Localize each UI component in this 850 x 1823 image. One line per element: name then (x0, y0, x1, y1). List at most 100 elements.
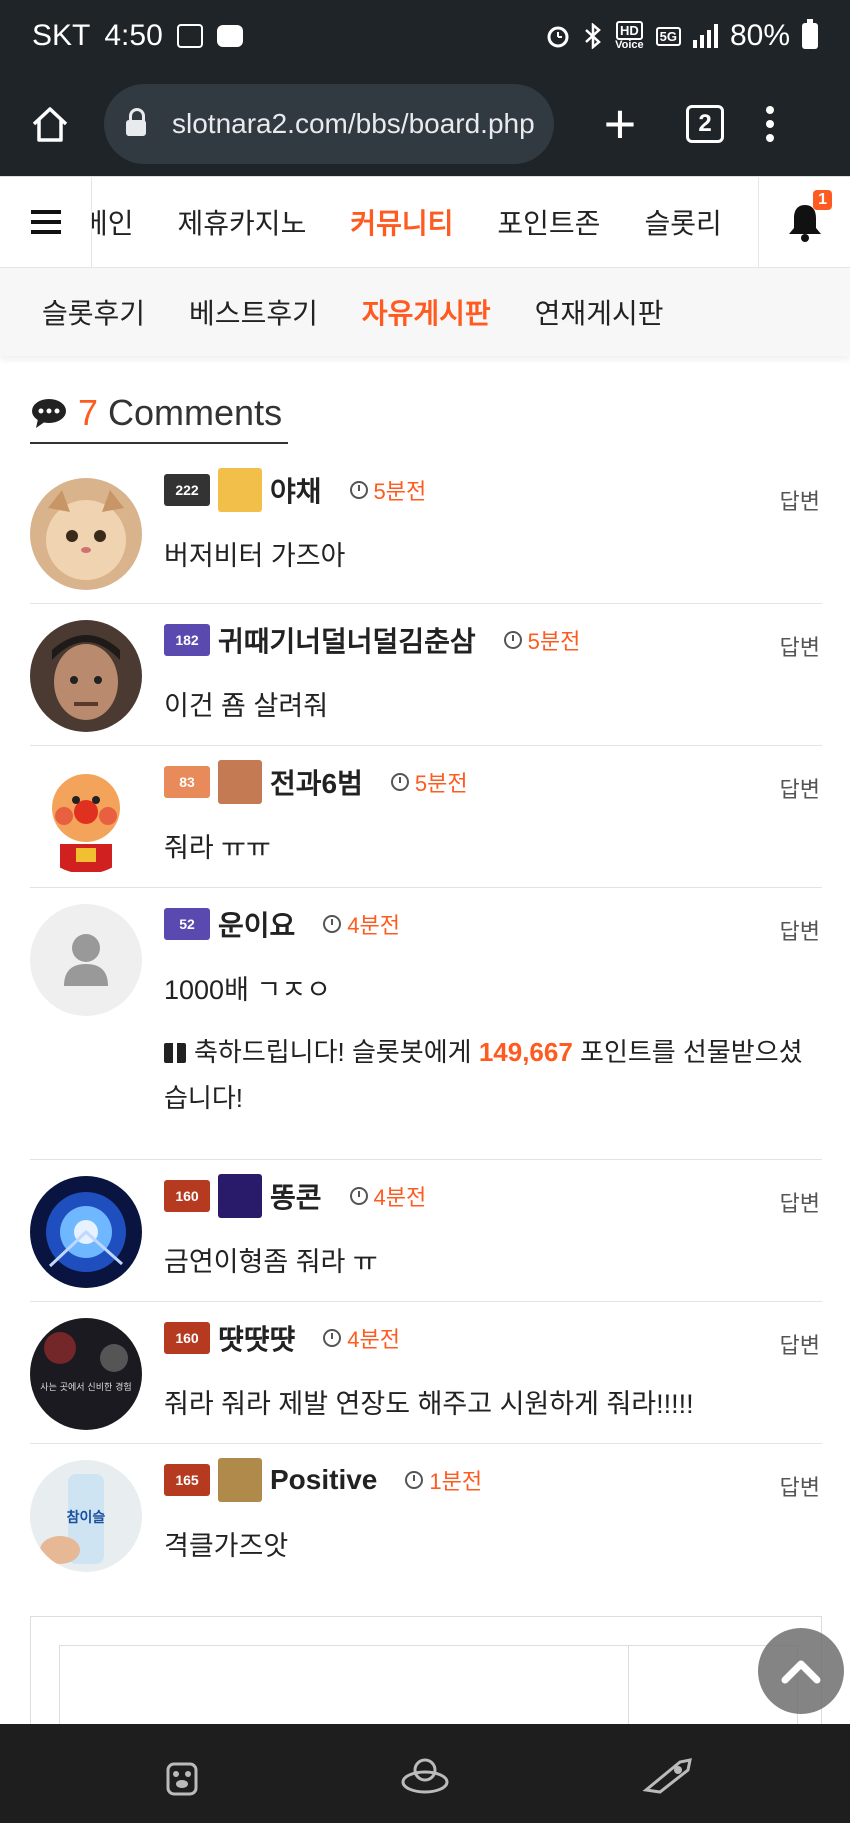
battery-icon (802, 19, 818, 49)
reply-button[interactable]: 답변 (780, 484, 820, 516)
reply-button[interactable]: 답변 (780, 914, 820, 946)
comment-item: 222 야채 5분전 버저비터 가즈아 답변 (30, 468, 822, 604)
avatar[interactable] (30, 904, 142, 1016)
user-icon (218, 760, 262, 804)
comment-item: 사는 곳에서 신비한 경험 160 땻땻땻 4분전 줘라 줘라 제발 연장도 해… (30, 1302, 822, 1444)
rocket-button[interactable] (638, 1744, 698, 1804)
level-badge: 222 (164, 474, 210, 506)
comment-item: 참이슬 165 Positive 1분전 격클가즈앗 답변 (30, 1444, 822, 1586)
main-nav-scroll: 메인 제휴카지노 커뮤니티 포인트존 슬롯리 (92, 176, 758, 268)
gift-points: 149,667 (478, 1037, 573, 1067)
clock-icon (323, 915, 342, 933)
user-icon (218, 1174, 262, 1218)
level-badge: 160 (164, 1180, 210, 1212)
comment-form (30, 1616, 822, 1745)
avatar[interactable] (30, 478, 142, 590)
comment-list: 222 야채 5분전 버저비터 가즈아 답변 182 귀때기너덜너덜김춘삼 5분… (30, 468, 822, 1586)
reply-button[interactable]: 답변 (780, 1470, 820, 1502)
comment-author[interactable]: 땻땻땻 (218, 1318, 295, 1358)
avatar[interactable] (30, 1176, 142, 1288)
notification-button[interactable]: 1 (758, 176, 850, 268)
sub-nav-item[interactable]: 연재게시판 (535, 292, 664, 332)
comment-time: 4분전 (347, 1327, 400, 1352)
user-icon (218, 468, 262, 512)
clock-icon (405, 1471, 424, 1489)
comment-author[interactable]: 전과6범 (270, 762, 363, 802)
bluetooth-icon (585, 23, 601, 49)
main-nav-item[interactable]: 메인 (92, 202, 134, 242)
avatar[interactable] (30, 620, 142, 732)
level-badge: 160 (164, 1322, 210, 1354)
comment-time: 4분전 (373, 1185, 427, 1210)
comment-text: 이건 죰 살려줘 (164, 691, 329, 721)
comment-item: 160 똥콘 4분전 금연이형좀 줘라 ㅠ 답변 (30, 1160, 822, 1302)
comments-header: 7 Comments (30, 384, 288, 444)
user-icon (218, 1458, 262, 1502)
svg-text:참이슬: 참이슬 (67, 1509, 106, 1526)
main-nav-item[interactable]: 커뮤니티 (350, 202, 453, 242)
main-nav: 메인 제휴카지노 커뮤니티 포인트존 슬롯리 1 (0, 176, 850, 268)
clock-icon (503, 631, 522, 649)
reply-button[interactable]: 답변 (780, 630, 820, 662)
address-bar[interactable]: slotnara2.com/bbs/board.php (104, 84, 554, 164)
scroll-top-button[interactable] (758, 1628, 844, 1714)
comments-count: 7 (78, 392, 99, 433)
reply-button[interactable]: 답변 (780, 1186, 820, 1218)
status-bar: SKT 4:50 HD Voice 5G 80% (0, 0, 850, 72)
comment-time: 5분전 (527, 629, 581, 654)
bottom-bar (0, 1724, 850, 1823)
comment-author[interactable]: 운이요 (218, 904, 295, 944)
comment-author[interactable]: 똥콘 (270, 1176, 322, 1216)
reply-button[interactable]: 답변 (780, 1328, 820, 1360)
paw-icon (166, 1762, 198, 1795)
avatar[interactable] (30, 762, 142, 874)
reply-button[interactable]: 답변 (780, 772, 820, 804)
gallery-notification-icon (176, 24, 203, 48)
comment-item: 83 전과6범 5분전 줘라 ㅠㅠ 답변 (30, 746, 822, 888)
character-icon (401, 1758, 449, 1793)
main-nav-item[interactable]: 제휴카지노 (178, 202, 307, 242)
lock-icon (126, 108, 146, 136)
comment-item: 52 운이요 4분전 1000배 ㄱㅈㅇ 축하드립니다! 슬롯봇에게 149,6… (30, 888, 822, 1160)
level-badge: 165 (164, 1464, 210, 1496)
comment-text: 격클가즈앗 (164, 1531, 289, 1561)
new-tab-button[interactable]: + (594, 96, 646, 152)
sub-nav-item[interactable]: 자유게시판 (362, 292, 491, 332)
browser-toolbar: slotnara2.com/bbs/board.php + 2 (0, 72, 850, 176)
avatar[interactable]: 사는 곳에서 신비한 경험 (30, 1318, 142, 1430)
comment-text: 줘라 ㅠㅠ (164, 833, 271, 863)
comment-author[interactable]: 야채 (270, 470, 322, 510)
comment-time: 5분전 (414, 771, 468, 796)
comments-label: Comments (108, 392, 283, 433)
level-badge: 52 (164, 908, 210, 940)
home-button[interactable] (24, 98, 76, 150)
home-icon (32, 107, 68, 142)
clock-time: 4:50 (104, 19, 163, 52)
comment-item: 182 귀때기너덜너덜김춘삼 5분전 이건 죰 살려줘 답변 (30, 604, 822, 746)
comment-text: 금연이형좀 줘라 ㅠ (164, 1247, 378, 1277)
gift-notice: 축하드립니다! 슬롯봇에게 149,667 포인트를 선물받으셨습니다! (164, 1037, 803, 1113)
comment-author[interactable]: 귀때기너덜너덜김춘삼 (218, 620, 476, 660)
sub-nav-item[interactable]: 베스트후기 (189, 292, 318, 332)
hamburger-menu-icon[interactable] (0, 176, 92, 268)
rocket-icon (642, 1757, 693, 1794)
comment-text: 버저비터 가즈아 (164, 541, 346, 571)
browser-menu-button[interactable] (766, 106, 774, 142)
clock-icon (390, 773, 409, 791)
url-text: slotnara2.com/bbs/board.php (172, 108, 535, 139)
sub-nav-item[interactable]: 슬롯후기 (42, 292, 145, 332)
character-button[interactable] (395, 1744, 455, 1804)
main-nav-item[interactable]: 슬롯리 (644, 202, 721, 242)
message-notification-icon (216, 25, 243, 47)
tab-switcher-button[interactable]: 2 (686, 105, 724, 143)
avatar[interactable]: 참이슬 (30, 1460, 142, 1572)
main-nav-item[interactable]: 포인트존 (497, 202, 600, 242)
chevron-up-icon (781, 1660, 821, 1684)
paw-button[interactable] (152, 1744, 212, 1804)
clock-icon (349, 1187, 368, 1205)
comment-author[interactable]: Positive (270, 1464, 377, 1496)
comment-time: 4분전 (347, 913, 400, 938)
level-badge: 83 (164, 766, 210, 798)
hd-voice-icon: HD Voice (615, 21, 644, 51)
svg-text:사는 곳에서 신비한 경험: 사는 곳에서 신비한 경험 (40, 1381, 131, 1393)
